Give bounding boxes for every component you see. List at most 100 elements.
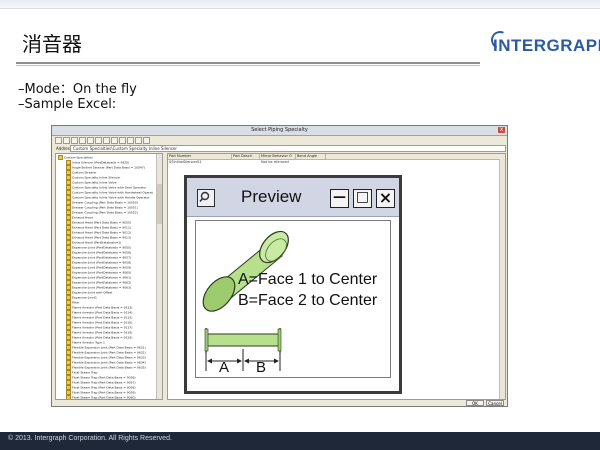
title-divider-thin [16, 65, 480, 66]
tree-item-label: Exhaust Head (Part Data Basis = 9012) [72, 230, 132, 235]
tree-item[interactable]: Exhaust Head (PartDatabasis=1) [66, 240, 122, 245]
column-bend-angle[interactable]: Bend Angle [296, 154, 326, 159]
preview-magnifier-icon [197, 189, 215, 207]
tree-item-label: Expansion Joint (PartDatabasis = 9059) [72, 265, 132, 270]
tree-item[interactable]: Dresser Coupling (Part Data Basis = 1005… [66, 210, 138, 215]
preview-minimize-button[interactable]: — [330, 189, 349, 208]
tree-scrollbar[interactable] [156, 154, 162, 399]
tree-item[interactable]: Flexible Expansion Joint (Part Data Basi… [66, 345, 146, 350]
tree-item[interactable]: Exhaust Head (Part Data Basis = 9011) [66, 225, 131, 230]
tree-item[interactable]: Flame Arrestor (Part Data Basis = 9115) [66, 315, 132, 320]
tree-item[interactable]: Exhaust Head [66, 215, 93, 220]
tree-item[interactable]: Dresser Coupling (Part Data Basis = 1005… [66, 200, 138, 205]
tree-item[interactable]: Float Steam Trap (Part Data Basis = 9057… [66, 380, 136, 385]
tree-item[interactable]: Float Steam Trap (Part Data Basis = 9059… [66, 390, 136, 395]
tree-item-label: Flexible Expansion Joint (Part Data Basi… [72, 355, 146, 360]
tree-item[interactable]: Float Steam Trap (Part Data Basis = 9058… [66, 385, 136, 390]
address-bar: Address Custom Specialties\Custom Specia… [52, 145, 507, 153]
tree-item-label: Inline Silencer (PartDatabasis = 9825) [72, 160, 130, 165]
tree-item-label: Custom Specialty Inline Silencer [72, 175, 121, 180]
tree-item[interactable]: Inline Silencer (PartDatabasis = 9825) [66, 160, 130, 165]
tree-item[interactable]: Expansion Joint (PartDatabasis = 9055) [66, 245, 131, 250]
toolbar-properties-button[interactable] [111, 137, 118, 144]
tree-item[interactable]: Custom Specialties [58, 155, 93, 160]
tree-item-label: Custom Strainer [72, 170, 97, 175]
window-close-button[interactable]: x [498, 127, 505, 133]
toolbar-icons-button[interactable] [95, 137, 102, 144]
tree-item[interactable]: Flame Arrestor (Part Data Basis = 9118) [66, 330, 132, 335]
column-part-number[interactable]: Part Number [168, 154, 232, 159]
preview-window: Preview — □ × A=Face 1 to Center B=Face … [184, 175, 402, 394]
tree-item-label: Exhaust Head (Part Data Basis = 9013) [72, 235, 132, 240]
tree-item-label: Custom Specialty Inline Valve [72, 180, 117, 185]
tree-item[interactable]: Expansion Joint (PartDatabasis = 9061) [66, 275, 131, 280]
tree-item[interactable]: Expansion Joint (PartDatabasis = 9060) [66, 270, 132, 275]
tree-item[interactable]: Expansion Joint (PartDatabasis = 9063) [66, 285, 131, 290]
column-part-description[interactable]: Part Descri [232, 154, 260, 159]
tree-item-label: Exhaust Head (Part Data Basis = 9005) [72, 220, 132, 225]
tree-item[interactable]: Float Steam Trap (Part Data Basis = 9060… [66, 395, 136, 399]
tree-item[interactable]: Flame Arrestor (Part Data Basis = 9114) [66, 310, 132, 315]
tree-item[interactable]: Custom Specialty Inline Valve [66, 180, 117, 185]
address-field[interactable]: Custom Specialties\Custom Specialty Inli… [70, 145, 506, 152]
preview-close-button[interactable]: × [376, 189, 395, 208]
tree-item-label: Custom Specialty Inline Valve with Handw… [72, 190, 153, 195]
toolbar-preview-button[interactable] [119, 137, 126, 144]
tree-item[interactable]: Expansion Joint (PartDatabasis = 9058) [66, 260, 131, 265]
preview-dimension-b-text: B=Face 2 to Center [238, 292, 378, 309]
tree-item[interactable]: Flexible Expansion Joint (Part Data Basi… [66, 360, 146, 365]
tree-item-label: Custom Specialties [64, 155, 93, 160]
tree-item[interactable]: Exhaust Head (Part Data Basis = 9012) [66, 230, 132, 235]
tree-item-label: Flame Arrestor Type 1 [72, 340, 105, 345]
toolbar-back-button[interactable] [55, 137, 62, 144]
tree-item[interactable]: Expansion Joint (PartDatabasis = 9056) [66, 250, 131, 255]
toolbar-details-button[interactable] [87, 137, 94, 144]
tree-item[interactable]: Custom Specialty Inline Valve with Gear … [66, 185, 146, 190]
tree-item-label: Filter [72, 300, 80, 305]
tree-item[interactable]: Flexible Expansion Joint (Part Data Basi… [66, 350, 146, 355]
toolbar-help-button[interactable] [143, 137, 150, 144]
tree-scroll-thumb[interactable] [157, 184, 162, 224]
tree-item[interactable]: Expansion Joint (PartDatabasis = 9059) [66, 265, 132, 270]
tree-item[interactable]: Exhaust Head (Part Data Basis = 9013) [66, 235, 132, 240]
toolbar-list-view-button[interactable] [79, 137, 86, 144]
tree-item[interactable]: Exhaust Head (Part Data Basis = 9005) [66, 220, 132, 225]
tree-item[interactable]: Float Steam Trap [66, 370, 97, 375]
slide-footer: © 2013. Intergraph Corporation. All Righ… [0, 432, 600, 450]
tree-item[interactable]: Flame Arrestor (Part Data Basis = 9116) [66, 320, 132, 325]
tree-item[interactable]: Custom Strainer [66, 170, 97, 175]
toolbar-forward-button[interactable] [63, 137, 70, 144]
tree-item-label: Exhaust Head (PartDatabasis=1) [72, 240, 122, 245]
tree-item[interactable]: Expansion Joint with Offset [66, 290, 112, 295]
tree-item[interactable]: Custom Specialty Inline Valve with Handw… [66, 190, 153, 195]
tree-item[interactable]: Flexible Expansion Joint (Part Data Basi… [66, 365, 146, 370]
tree-item[interactable]: Flame Arrestor (Part Data Basis = 9119) [66, 335, 132, 340]
tree-item[interactable]: Expansion Joint1 [66, 295, 97, 300]
toolbar-tree-button[interactable] [103, 137, 110, 144]
column-mirror-behavior[interactable]: Mirror Behavior O [260, 154, 296, 159]
toolbar-search-button[interactable] [135, 137, 142, 144]
tree-item[interactable]: Expansion Joint (PartDatabasis = 9057) [66, 255, 131, 260]
tree-item[interactable]: Angle Bodied Strainer (Part Data Basis =… [66, 165, 145, 170]
tree-item[interactable]: Flame Arrestor Type 1 [66, 340, 105, 345]
table-row[interactable]: SSInlineSilencer01 Not be mirrored [168, 160, 505, 165]
tree-item[interactable]: Expansion Joint (PartDatabasis = 9062) [66, 280, 131, 285]
preview-maximize-button[interactable]: □ [353, 189, 372, 208]
tree-item-label: Dresser Coupling (Part Data Basis = 1005… [72, 210, 138, 215]
tree-item[interactable]: Custom Specialty Inline Silencer [66, 175, 121, 180]
tree-item[interactable]: Flexible Expansion Joint (Part Data Basi… [66, 355, 146, 360]
tree-item[interactable]: Flame Arrestor (Part Data Basis = 9117) [66, 325, 132, 330]
ok-button[interactable]: OK [466, 400, 484, 406]
grid-scrollbar[interactable] [499, 159, 505, 399]
toolbar-filter-button[interactable] [127, 137, 134, 144]
cancel-button[interactable]: Cancel [486, 400, 504, 406]
tree-item[interactable]: Float Steam Trap (Part Data Basis = 9056… [66, 375, 136, 380]
toolbar-up-button[interactable] [71, 137, 78, 144]
tree-item-label: Expansion Joint (PartDatabasis = 9060) [72, 270, 132, 275]
tree-item[interactable]: Filter [66, 300, 80, 305]
tree-item[interactable]: Dresser Coupling (Part Data Basis = 1005… [66, 205, 138, 210]
tree-item[interactable]: Custom Specialty Inline Valve with Handl… [66, 195, 150, 200]
specialty-tree[interactable]: Custom Specialties Inline Silencer (PartD… [55, 153, 163, 400]
tree-item[interactable]: Flame Arrestor (Part Data Basis = 9113) [66, 305, 132, 310]
folder-icon [66, 395, 71, 399]
